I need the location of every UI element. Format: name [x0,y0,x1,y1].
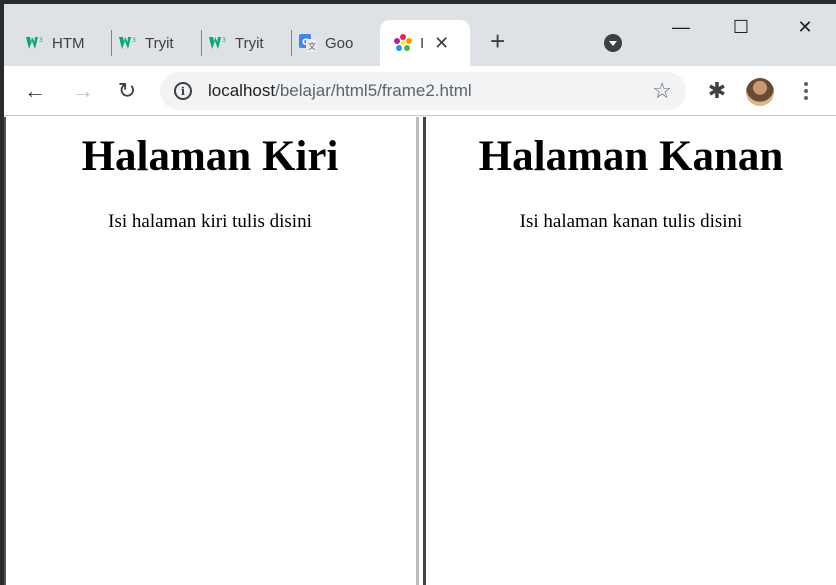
frame-divider[interactable] [416,117,426,585]
tab-title: Tryit [145,34,174,52]
left-frame-text: Isi halaman kiri tulis disini [108,211,312,232]
tab-5-active[interactable]: I ✕ [380,20,470,66]
maximize-button[interactable]: ☐ [726,12,756,42]
tab-search-icon[interactable] [604,34,622,52]
page-content: Halaman Kiri Isi halaman kiri tulis disi… [4,117,836,585]
colorful-flower-icon [394,34,412,52]
minimize-button[interactable]: — [666,12,696,42]
tab-title: Goo [325,34,354,52]
tab-title: I [420,34,425,52]
tab-title: Tryit [235,34,264,52]
tab-1[interactable]: 3 HTM [4,20,112,66]
right-frame: Halaman Kanan Isi halaman kanan tulis di… [426,117,836,585]
svg-text:文: 文 [308,41,316,51]
left-frame-heading: Halaman Kiri [81,133,339,180]
browser-toolbar: ← → ↻ i localhost/belajar/html5/frame2.h… [4,66,836,116]
reload-icon[interactable]: ↻ [114,78,140,104]
profile-avatar[interactable] [746,78,774,106]
new-tab-button[interactable]: + [490,26,505,56]
extensions-puzzle-icon[interactable]: ✱ [704,78,730,104]
tab-title: HTM [52,34,85,52]
google-translate-icon: G文 [299,34,317,52]
browser-window: 3 HTM 3 Tryit 3 Tryit G文 Goo I ✕ + — ☐ ✕… [4,4,836,585]
forward-icon[interactable]: → [70,78,96,104]
url-text[interactable]: localhost/belajar/html5/frame2.html [208,81,472,101]
w3schools-icon: 3 [119,34,137,52]
svg-text:3: 3 [132,37,136,44]
left-frame: Halaman Kiri Isi halaman kiri tulis disi… [4,117,416,585]
w3schools-icon: 3 [209,34,227,52]
url-path: /belajar/html5/frame2.html [275,81,472,100]
close-window-button[interactable]: ✕ [790,12,820,42]
w3schools-icon: 3 [26,34,44,52]
tab-strip: 3 HTM 3 Tryit 3 Tryit G文 Goo I ✕ + — ☐ ✕ [4,4,836,66]
right-frame-text: Isi halaman kanan tulis disini [519,211,743,232]
svg-text:3: 3 [222,37,226,44]
address-bar[interactable]: i localhost/belajar/html5/frame2.html ☆ [160,72,686,110]
tab-4[interactable]: G文 Goo [277,20,377,66]
back-icon[interactable]: ← [22,78,48,104]
right-frame-heading: Halaman Kanan [478,133,784,180]
svg-text:3: 3 [39,37,43,44]
menu-kebab-icon[interactable] [798,78,814,104]
close-tab-icon[interactable]: ✕ [434,33,449,54]
url-host: localhost [208,81,276,100]
bookmark-star-icon[interactable]: ☆ [652,78,672,104]
site-info-icon[interactable]: i [174,82,192,100]
